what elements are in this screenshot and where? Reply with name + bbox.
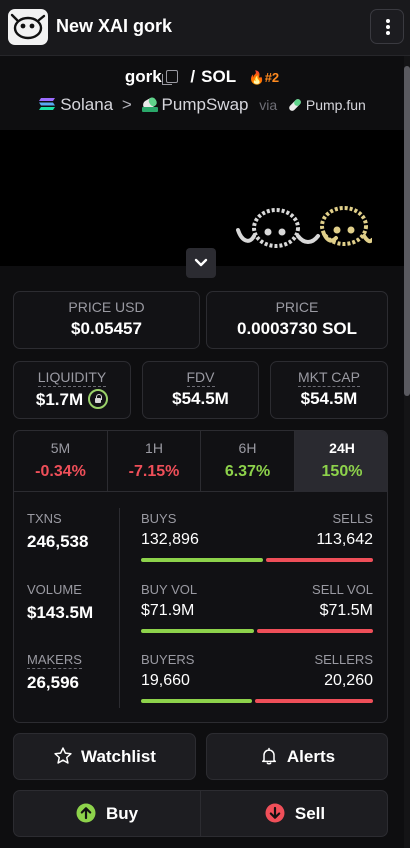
- buys-bar: [141, 558, 263, 562]
- txns-label: TXNS: [27, 511, 62, 526]
- chain-link[interactable]: Solana: [60, 95, 113, 114]
- token-banner: [0, 130, 404, 266]
- makers-stat: MAKERS 26,596: [27, 652, 127, 693]
- sells-label: SELLS: [332, 511, 373, 526]
- sellers-value: 20,260: [324, 672, 373, 689]
- alerts-button[interactable]: Alerts: [206, 733, 388, 780]
- alerts-label: Alerts: [286, 747, 336, 766]
- liquidity-card: LIQUIDITY $1.7M: [13, 361, 131, 419]
- pumpswap-icon: [141, 97, 158, 112]
- tab-24h[interactable]: 24H 150%: [295, 431, 387, 492]
- pumpfun-pill-icon: [289, 99, 301, 111]
- market-cap-value: $54.5M: [300, 389, 358, 408]
- market-cap-card: MKT CAP $54.5M: [270, 361, 388, 419]
- sellers-label: SELLERS: [314, 652, 373, 667]
- buy-vol-label: BUY VOL: [141, 582, 198, 597]
- fdv-value: $54.5M: [172, 389, 229, 408]
- chevron-down-icon: [194, 258, 208, 267]
- timeframe-tabs: 5M -0.34% 1H -7.15% 6H 6.37% 24H 150%: [14, 431, 387, 492]
- sell-vol-bar: [257, 629, 373, 633]
- price-usd-value: $0.05457: [71, 319, 142, 338]
- price-native-value: 0.0003730 SOL: [236, 319, 358, 338]
- app-title: New XAI gork: [56, 16, 173, 36]
- chevron-right-icon: >: [121, 95, 132, 114]
- buys-label: BUYS: [141, 511, 177, 526]
- fire-icon: 🔥: [248, 70, 265, 85]
- stats-divider: [119, 508, 120, 708]
- timeframe-stats-panel: 5M -0.34% 1H -7.15% 6H 6.37% 24H 150% TX…: [13, 430, 388, 723]
- market-cap-label[interactable]: MKT CAP: [298, 369, 360, 387]
- txns-stat: TXNS 246,538: [27, 511, 127, 552]
- quote-symbol: SOL: [201, 67, 236, 86]
- more-menu-button[interactable]: [370, 9, 404, 44]
- volume-split-row: BUY VOL SELL VOL $71.9M $71.5M: [141, 582, 373, 634]
- buys-sells-row: BUYS SELLS 132,896 113,642: [141, 511, 373, 563]
- tab-6h[interactable]: 6H 6.37%: [201, 431, 295, 492]
- breadcrumb: Solana > PumpSwap via Pump.fun: [0, 95, 404, 117]
- volume-value: $143.5M: [27, 603, 94, 622]
- gork-face-icon[interactable]: [8, 9, 48, 45]
- liquidity-label[interactable]: LIQUIDITY: [37, 369, 107, 387]
- star-icon: [54, 747, 72, 764]
- page-scrollbar[interactable]: [404, 56, 410, 848]
- trending-rank[interactable]: #2: [265, 70, 279, 85]
- price-usd-label: PRICE USD: [68, 299, 145, 315]
- sell-vol-label: SELL VOL: [312, 582, 373, 597]
- source-link[interactable]: Pump.fun: [306, 97, 366, 113]
- sell-vol-value: $71.5M: [319, 602, 373, 619]
- collapse-banner-button[interactable]: [186, 248, 216, 278]
- base-symbol: gork: [124, 67, 162, 86]
- buys-value: 132,896: [141, 531, 199, 548]
- fdv-card: FDV $54.5M: [142, 361, 259, 419]
- trade-bar: Buy Sell: [13, 790, 388, 837]
- watchlist-button[interactable]: Watchlist: [13, 733, 196, 780]
- fdv-label[interactable]: FDV: [186, 369, 215, 387]
- pair-title: gork / SOL 🔥#2: [0, 67, 404, 87]
- volume-stat: VOLUME $143.5M: [27, 582, 127, 623]
- change-6h: 6.37%: [224, 463, 271, 480]
- volume-label: VOLUME: [27, 582, 82, 597]
- buyers-label: BUYERS: [141, 652, 195, 667]
- change-1h: -7.15%: [128, 463, 180, 480]
- dex-link[interactable]: PumpSwap: [162, 95, 249, 114]
- price-native-card: PRICE 0.0003730 SOL: [206, 291, 388, 349]
- sell-button[interactable]: Sell: [201, 791, 387, 836]
- price-native-label: PRICE: [275, 299, 319, 315]
- price-usd-card: PRICE USD $0.05457: [13, 291, 200, 349]
- change-24h: 150%: [321, 463, 363, 480]
- gork-creatures-icon: [236, 206, 372, 248]
- sells-bar: [266, 558, 373, 562]
- buy-label: Buy: [105, 804, 139, 823]
- arrow-down-circle-icon: [265, 803, 285, 823]
- buyers-bar: [141, 699, 252, 703]
- buy-button[interactable]: Buy: [14, 791, 200, 836]
- more-vertical-icon: [386, 19, 390, 23]
- tab-1h[interactable]: 1H -7.15%: [108, 431, 201, 492]
- tab-5m[interactable]: 5M -0.34%: [14, 431, 108, 492]
- makers-value: 26,596: [27, 673, 79, 692]
- pair-separator: /: [190, 67, 196, 86]
- change-5m: -0.34%: [35, 463, 86, 480]
- sell-label: Sell: [294, 804, 326, 823]
- buy-vol-value: $71.9M: [141, 602, 195, 619]
- sells-value: 113,642: [316, 531, 373, 548]
- arrow-up-circle-icon: [76, 803, 96, 823]
- scroll-thumb[interactable]: [404, 66, 410, 396]
- buyers-value: 19,660: [141, 672, 190, 689]
- bell-icon: [261, 747, 276, 765]
- buy-vol-bar: [141, 629, 254, 633]
- top-bar: New XAI gork: [0, 0, 410, 56]
- via-label: via: [259, 97, 278, 113]
- buyers-sellers-row: BUYERS SELLERS 19,660 20,260: [141, 652, 373, 704]
- solana-icon: [39, 98, 56, 110]
- makers-label[interactable]: MAKERS: [27, 652, 82, 669]
- watchlist-label: Watchlist: [81, 747, 156, 766]
- copy-icon[interactable]: [161, 70, 178, 85]
- liquidity-value: $1.7M: [35, 390, 84, 409]
- sellers-bar: [255, 699, 373, 703]
- liquidity-lock-icon[interactable]: [88, 389, 109, 409]
- txns-value: 246,538: [27, 532, 89, 551]
